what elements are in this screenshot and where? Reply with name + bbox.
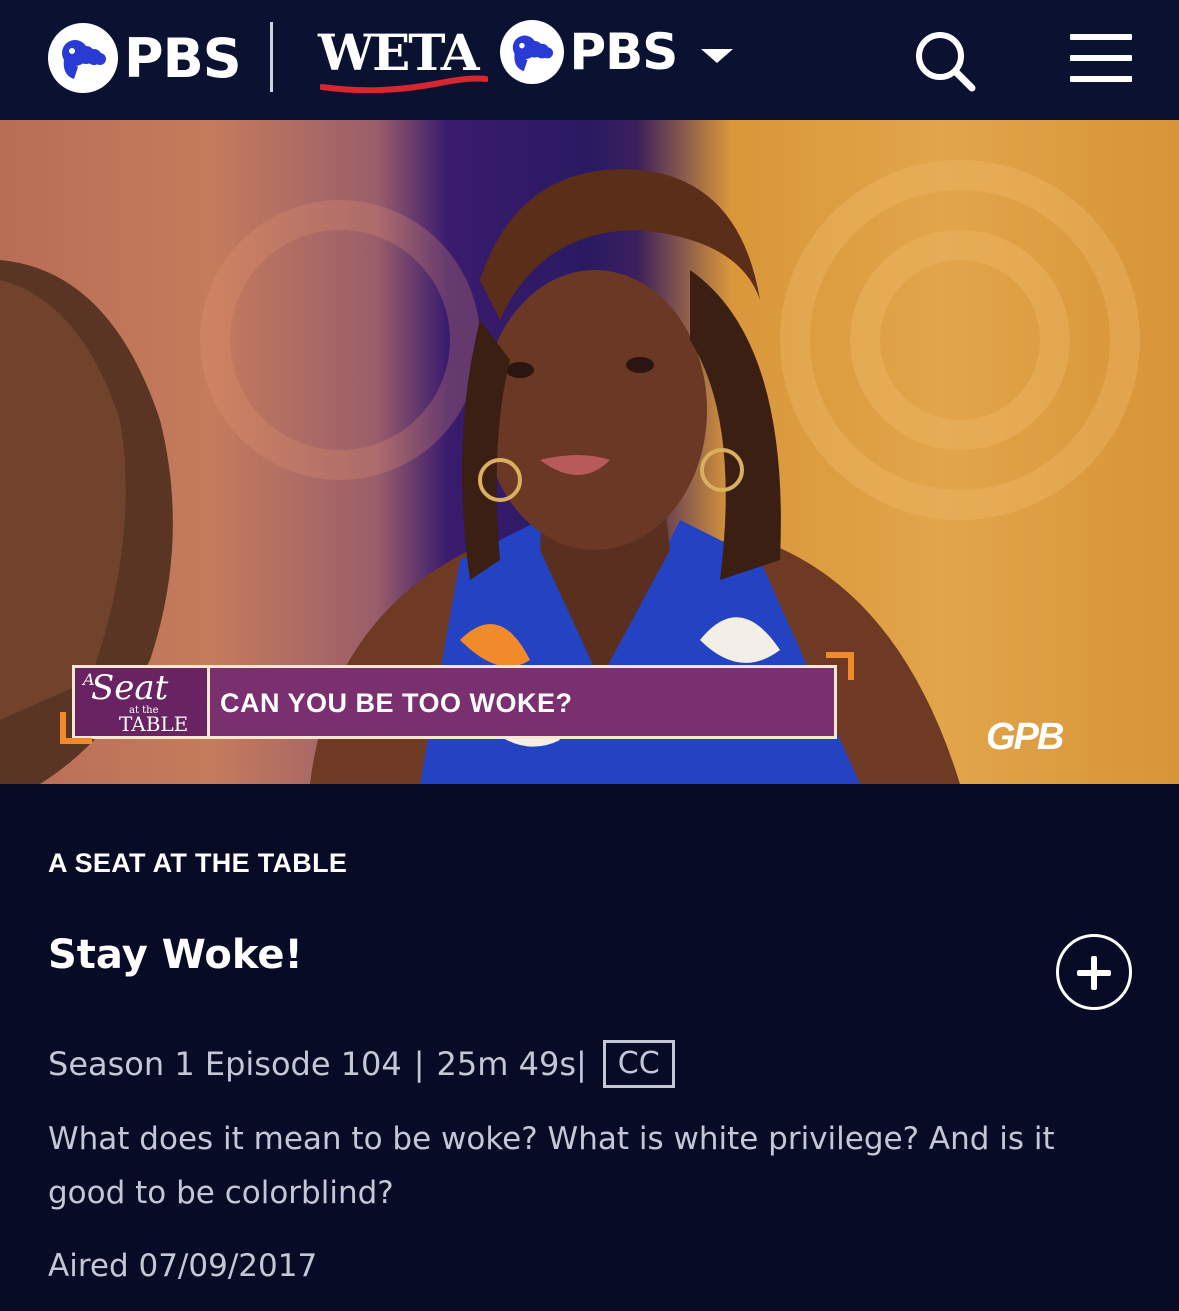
show-title-link[interactable]: A SEAT AT THE TABLE — [48, 848, 347, 879]
search-icon — [916, 32, 976, 92]
add-to-watchlist-button[interactable] — [1056, 934, 1132, 1010]
pbs-wordmark: PBS — [124, 26, 242, 90]
station-name: WETA — [318, 22, 480, 82]
aired-date: Aired 07/09/2017 — [48, 1248, 318, 1284]
lower-third-corner — [60, 712, 92, 744]
duration: 25m 49s — [436, 1045, 576, 1083]
lower-third-text: CAN YOU BE TOO WOKE? — [220, 688, 573, 718]
header-divider — [270, 22, 273, 92]
pbs-logo-icon — [48, 23, 118, 93]
meta-separator: | — [576, 1045, 587, 1083]
episode-title: Stay Woke! — [48, 932, 303, 978]
menu-button[interactable] — [1070, 34, 1132, 86]
season-episode: Season 1 Episode 104 — [48, 1045, 402, 1083]
station-pbs-logo-icon — [499, 20, 564, 84]
episode-description: What does it mean to be woke? What is wh… — [48, 1121, 1055, 1211]
pbs-home-link[interactable]: PBS — [48, 23, 242, 93]
gpb-watermark: GPB — [986, 716, 1064, 758]
station-pbs-wordmark: PBS — [569, 23, 679, 81]
show-logo: A Seat at the TABLE — [75, 668, 210, 736]
weta-swoosh-icon — [320, 75, 488, 93]
logo-seat: Seat — [91, 668, 169, 708]
menu-icon — [1070, 34, 1132, 40]
station-selector[interactable]: WETA PBS — [318, 20, 734, 93]
site-header: PBS WETA PBS — [0, 0, 1179, 120]
chevron-down-icon — [701, 49, 734, 63]
station-logo: WETA — [318, 22, 488, 93]
meta-separator: | — [413, 1045, 425, 1083]
logo-table: TABLE — [119, 712, 189, 736]
video-player[interactable]: A Seat at the TABLE CAN YOU BE TOO WOKE?… — [0, 120, 1179, 784]
lower-third-banner: A Seat at the TABLE CAN YOU BE TOO WOKE? — [72, 665, 837, 739]
search-button[interactable] — [910, 26, 980, 96]
cc-badge: CC — [602, 1040, 675, 1088]
episode-meta: Season 1 Episode 104 | 25m 49s | CC — [48, 1040, 675, 1088]
